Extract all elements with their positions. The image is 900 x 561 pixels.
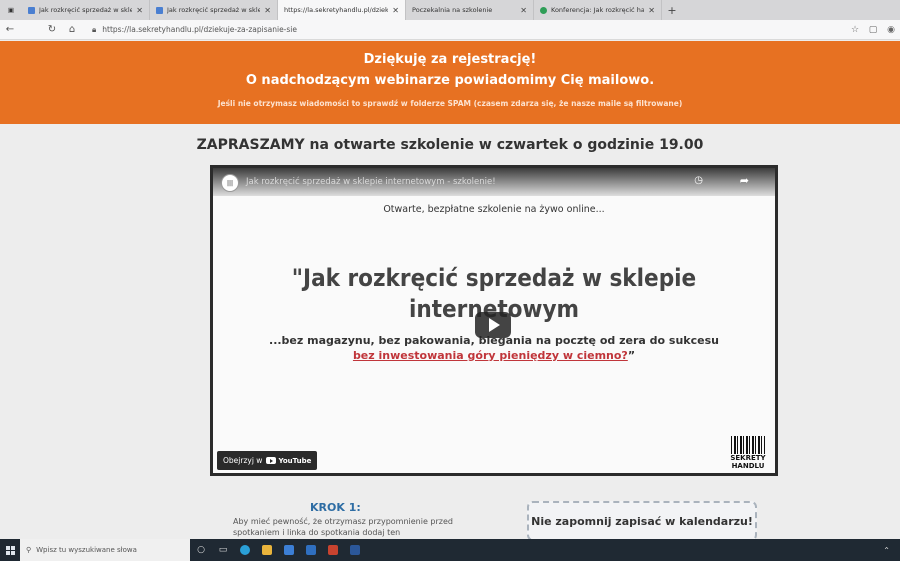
channel-avatar[interactable]: |||: [221, 174, 239, 192]
edge-icon[interactable]: [234, 539, 256, 561]
tab-title: https://la.sekretyhandlu.pl/dziek: [284, 6, 389, 14]
tab-title: Poczekalnia na szkolenie: [412, 6, 493, 14]
youtube-logo: YouTube: [266, 457, 311, 465]
page-favicon-icon: [156, 6, 163, 14]
taskbar-search-box[interactable]: ⚲ Wpisz tu wyszukiwane słowa: [20, 539, 190, 561]
calendar-reminder-box[interactable]: Nie zapomnij zapisać w kalendarzu!: [527, 501, 757, 541]
close-tab-icon[interactable]: ✕: [264, 6, 271, 15]
video-underlined-line: bez inwestowania góry pieniędzy w ciemno…: [213, 349, 775, 362]
file-explorer-icon[interactable]: [256, 539, 278, 561]
play-icon: [489, 318, 500, 332]
watch-on-youtube-button[interactable]: Obejrzyj w YouTube: [217, 451, 318, 470]
youtube-icon: [266, 457, 277, 464]
url-field[interactable]: https://la.sekretyhandlu.pl/dziekuje-za-…: [102, 25, 846, 34]
banner-heading: Dziękuję za rejestrację!: [363, 52, 537, 67]
close-tab-icon[interactable]: ✕: [648, 6, 655, 15]
taskbar-search-placeholder: Wpisz tu wyszukiwane słowa: [36, 546, 137, 554]
page-content: Dziękuję za rejestrację! O nadchodzącym …: [0, 41, 900, 541]
browser-tab-2[interactable]: Jak rozkręcić sprzedaż w sklepie ✕: [150, 0, 278, 20]
sekrety-handlu-logo: SEKRETY HANDLU: [729, 436, 767, 470]
share-icon[interactable]: ➦: [740, 174, 749, 187]
favorites-icon[interactable]: ☆: [846, 25, 864, 35]
page-favicon-icon: [28, 6, 35, 14]
home-icon[interactable]: ⌂: [62, 24, 82, 35]
close-tab-icon[interactable]: ✕: [136, 6, 143, 15]
back-arrow-icon[interactable]: ←: [0, 24, 20, 35]
play-button[interactable]: [475, 312, 511, 338]
watch-on-label: Obejrzyj w: [223, 456, 263, 465]
new-tab-button[interactable]: +: [662, 0, 682, 20]
video-title[interactable]: Jak rozkręcić sprzedaż w sklepie interne…: [246, 177, 496, 187]
close-tab-icon[interactable]: ✕: [392, 6, 399, 15]
tab-title: Jak rozkręcić sprzedaż w sklepie: [167, 6, 261, 14]
step-text: Aby mieć pewność, że otrzymasz przypomni…: [233, 517, 453, 537]
tab-actions-icon[interactable]: ▣: [0, 0, 22, 20]
banner-subheading: O nadchodzącym webinarze powiadomimy Cię…: [245, 73, 655, 88]
taskbar: ⚲ Wpisz tu wyszukiwane słowa ○ ▭ ⌃: [0, 539, 900, 561]
banner-spam-note: Jeśli nie otrzymasz wiadomości to sprawd…: [217, 99, 683, 108]
browser-tab-4[interactable]: Poczekalnia na szkolenie ✕: [406, 0, 534, 20]
mail-icon[interactable]: [300, 539, 322, 561]
start-button[interactable]: [0, 539, 20, 561]
video-subtitle: Otwarte, bezpłatne szkolenie na żywo onl…: [383, 204, 605, 215]
brand-line-1: SEKRETY: [730, 454, 766, 462]
task-view-icon[interactable]: ▭: [212, 539, 234, 561]
browser-tab-3[interactable]: https://la.sekretyhandlu.pl/dziek ✕: [278, 0, 406, 20]
video-player[interactable]: ||| Jak rozkręcić sprzedaż w sklepie int…: [210, 165, 778, 476]
step-title: KROK 1:: [310, 501, 361, 514]
confirmation-banner: Dziękuję za rejestrację! O nadchodzącym …: [0, 41, 900, 124]
close-tab-icon[interactable]: ✕: [520, 6, 527, 15]
video-headline-line-1: "Jak rozkręcić sprzedaż w sklepie: [291, 264, 697, 292]
video-top-bar: ||| Jak rozkręcić sprzedaż w sklepie int…: [213, 168, 775, 196]
page-favicon-icon: [540, 6, 547, 14]
lock-icon[interactable]: 🔒︎: [92, 25, 96, 35]
windows-logo-icon: [5, 545, 15, 555]
address-bar: ← ↻ ⌂ 🔒︎ https://la.sekretyhandlu.pl/dzi…: [0, 20, 900, 40]
watch-later-icon[interactable]: ◷: [694, 175, 703, 186]
barcode-icon: [731, 436, 765, 454]
reload-icon[interactable]: ↻: [42, 24, 62, 35]
tab-title: Konferencja: Jak rozkręcić handle: [551, 6, 645, 14]
invite-heading: ZAPRASZAMY na otwarte szkolenie w czwart…: [196, 137, 704, 153]
video-underlined-text: bez inwestowania góry pieniędzy w ciemno…: [352, 349, 628, 362]
browser-tab-1[interactable]: Jak rozkręcić sprzedaż w sklepie ✕: [22, 0, 150, 20]
collections-icon[interactable]: ▢: [864, 25, 882, 35]
profile-icon[interactable]: ◉: [882, 25, 900, 35]
search-icon: ⚲: [26, 546, 32, 554]
closing-quote: ”: [627, 349, 636, 362]
app-icon[interactable]: [322, 539, 344, 561]
system-tray[interactable]: ⌃: [883, 546, 900, 555]
browser-tab-strip: ▣ Jak rozkręcić sprzedaż w sklepie ✕ Jak…: [0, 0, 900, 20]
brand-line-2: HANDLU: [731, 462, 765, 470]
word-icon[interactable]: [344, 539, 366, 561]
store-icon[interactable]: [278, 539, 300, 561]
youtube-wordmark: YouTube: [278, 456, 312, 465]
tab-title: Jak rozkręcić sprzedaż w sklepie: [39, 6, 133, 14]
cortana-icon[interactable]: ○: [190, 539, 212, 561]
browser-tab-5[interactable]: Konferencja: Jak rozkręcić handle ✕: [534, 0, 662, 20]
